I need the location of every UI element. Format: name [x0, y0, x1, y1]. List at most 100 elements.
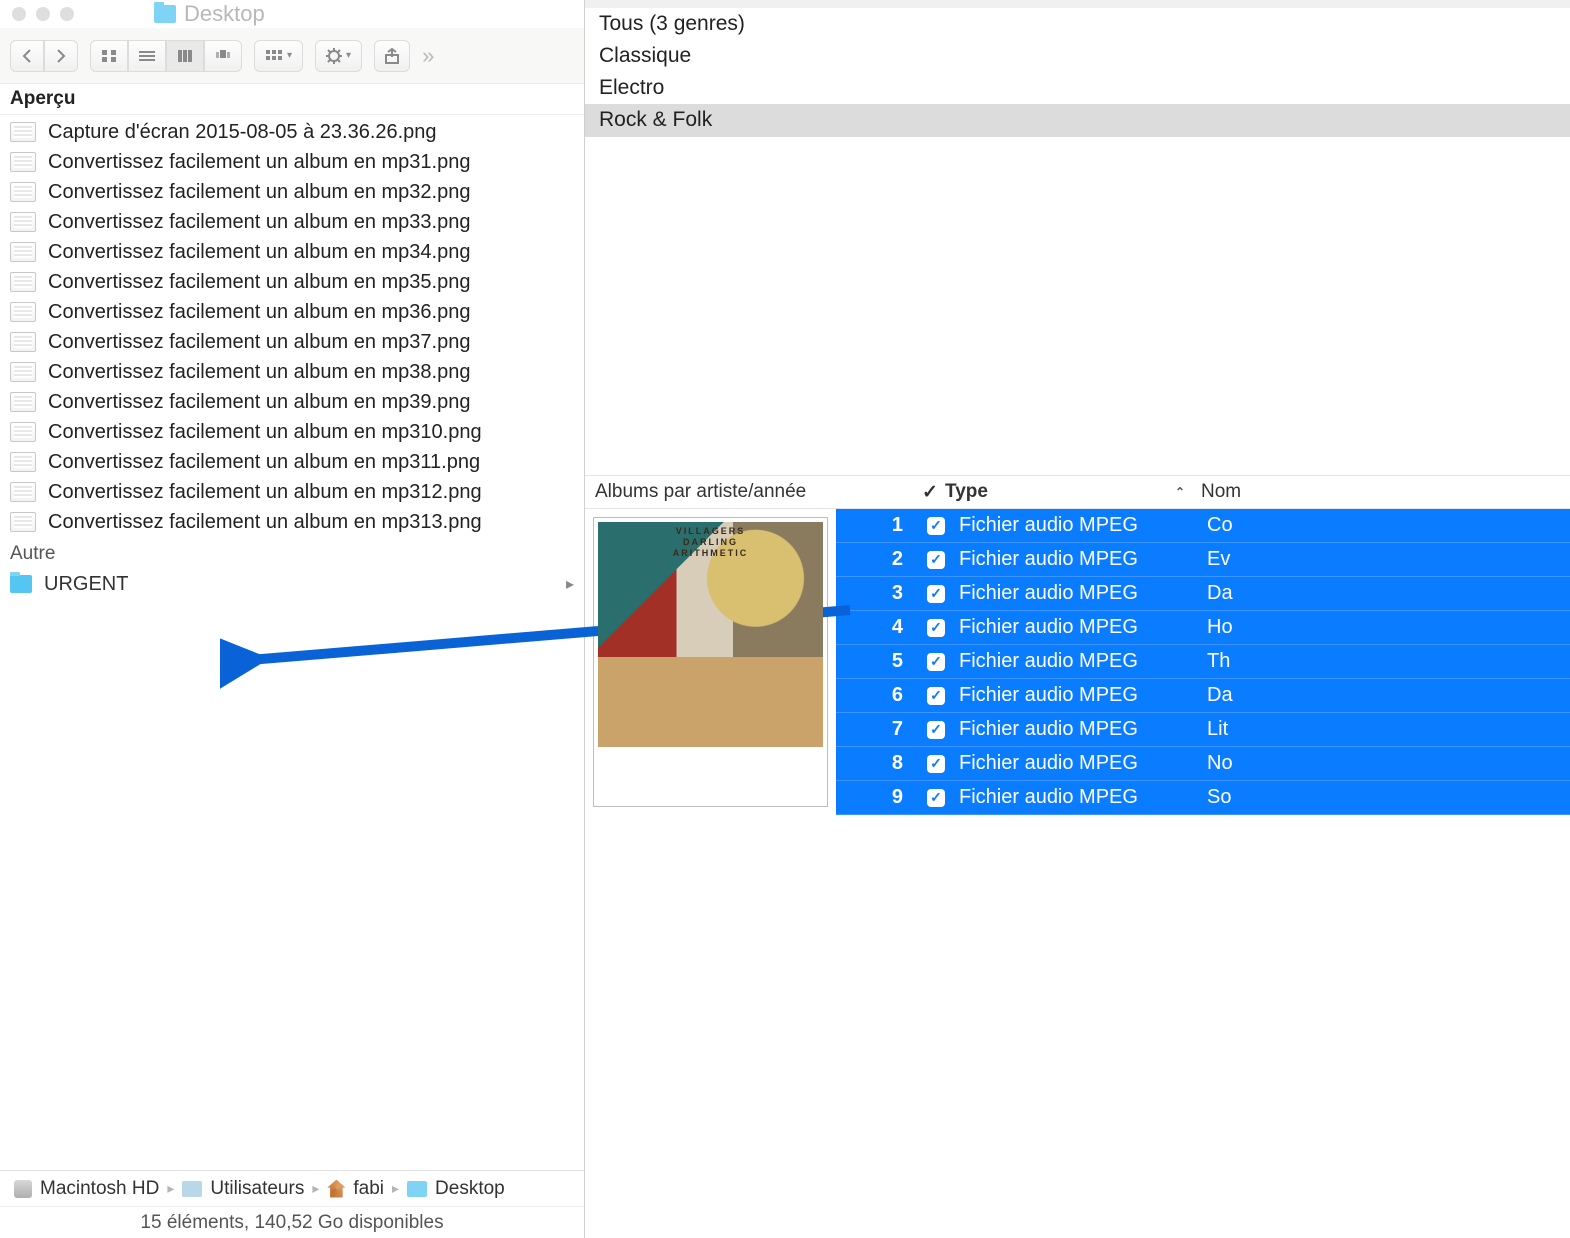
track-row[interactable]: 7✓Fichier audio MPEGLit — [836, 713, 1570, 747]
file-name: Convertissez facilement un album en mp37… — [48, 331, 470, 354]
genre-row[interactable]: Tous (3 genres) — [585, 8, 1570, 40]
track-row[interactable]: 3✓Fichier audio MPEGDa — [836, 577, 1570, 611]
track-row[interactable]: 6✓Fichier audio MPEGDa — [836, 679, 1570, 713]
file-name: Convertissez facilement un album en mp38… — [48, 361, 470, 384]
checkmark-icon: ✓ — [927, 517, 945, 535]
track-type: Fichier audio MPEG — [951, 548, 1201, 571]
icon-view-button[interactable] — [90, 40, 128, 72]
close-icon[interactable] — [12, 7, 26, 21]
file-row[interactable]: Convertissez facilement un album en mp32… — [0, 177, 584, 207]
path-bar[interactable]: Macintosh HD ▸ Utilisateurs ▸ fabi ▸ Des… — [0, 1170, 584, 1206]
file-row[interactable]: Capture d'écran 2015-08-05 à 23.36.26.pn… — [0, 117, 584, 147]
album-art[interactable]: VILLAGERS DARLING ARITHMETIC — [593, 517, 828, 807]
track-check[interactable]: ✓ — [921, 721, 951, 739]
file-row[interactable]: Convertissez facilement un album en mp35… — [0, 267, 584, 297]
file-name: Convertissez facilement un album en mp34… — [48, 241, 470, 264]
file-row[interactable]: Convertissez facilement un album en mp36… — [0, 297, 584, 327]
track-name: Ev — [1201, 548, 1570, 571]
track-number: 9 — [836, 786, 921, 809]
track-number: 3 — [836, 582, 921, 605]
file-list[interactable]: Capture d'écran 2015-08-05 à 23.36.26.pn… — [0, 115, 584, 1170]
path-seg[interactable]: Desktop — [435, 1178, 505, 1200]
col-type[interactable]: Type⌃ — [945, 481, 1195, 503]
zoom-icon[interactable] — [60, 7, 74, 21]
window-controls[interactable] — [12, 7, 74, 21]
path-seg[interactable]: fabi — [353, 1178, 384, 1200]
track-row[interactable]: 4 ✓ Fichier audio MPEGHo — [836, 611, 1570, 645]
itunes-window: Tous (3 genres)ClassiqueElectroRock & Fo… — [585, 0, 1570, 1238]
file-row[interactable]: Convertissez facilement un album en mp31… — [0, 417, 584, 447]
file-row[interactable]: Convertissez facilement un album en mp38… — [0, 357, 584, 387]
list-view-button[interactable] — [128, 40, 166, 72]
checkmark-icon: ✓ — [927, 755, 945, 773]
toolbar: ▾ ▾ » — [0, 28, 584, 84]
track-check[interactable]: ✓ — [921, 551, 951, 569]
folder-icon — [10, 575, 32, 593]
disk-icon — [14, 1180, 32, 1198]
file-name: Capture d'écran 2015-08-05 à 23.36.26.pn… — [48, 121, 437, 144]
file-row[interactable]: Convertissez facilement un album en mp37… — [0, 327, 584, 357]
track-check[interactable]: ✓ — [921, 585, 951, 603]
file-row[interactable]: Convertissez facilement un album en mp31… — [0, 147, 584, 177]
genre-row[interactable]: Rock & Folk — [585, 104, 1570, 136]
file-thumb-icon — [10, 362, 36, 382]
file-row[interactable]: Convertissez facilement un album en mp31… — [0, 507, 584, 537]
track-number: 4 — [836, 616, 921, 639]
genre-row[interactable]: Classique — [585, 40, 1570, 72]
file-name: Convertissez facilement un album en mp32… — [48, 181, 470, 204]
sort-asc-icon: ⌃ — [1175, 485, 1185, 499]
coverflow-view-button[interactable] — [204, 40, 242, 72]
share-button[interactable] — [374, 40, 410, 72]
file-row[interactable]: Convertissez facilement un album en mp31… — [0, 447, 584, 477]
col-album[interactable]: Albums par artiste/année — [585, 481, 915, 503]
chevron-down-icon: ▾ — [287, 50, 292, 61]
track-check[interactable]: ✓ — [921, 687, 951, 705]
file-row[interactable]: Convertissez facilement un album en mp34… — [0, 237, 584, 267]
action-button[interactable]: ▾ — [315, 40, 362, 72]
track-row[interactable]: 2✓Fichier audio MPEGEv — [836, 543, 1570, 577]
track-name: Lit — [1201, 718, 1570, 741]
track-name: Da — [1201, 582, 1570, 605]
track-number: 5 — [836, 650, 921, 673]
minimize-icon[interactable] — [36, 7, 50, 21]
track-row[interactable]: 8✓Fichier audio MPEGNo — [836, 747, 1570, 781]
file-row[interactable]: Convertissez facilement un album en mp31… — [0, 477, 584, 507]
track-number: 6 — [836, 684, 921, 707]
track-check[interactable]: ✓ — [921, 755, 951, 773]
track-type: Fichier audio MPEG — [951, 582, 1201, 605]
file-name: Convertissez facilement un album en mp31… — [48, 481, 482, 504]
track-row[interactable]: 5✓Fichier audio MPEGTh — [836, 645, 1570, 679]
column-view-button[interactable] — [166, 40, 204, 72]
path-seg[interactable]: Utilisateurs — [210, 1178, 304, 1200]
forward-button[interactable] — [44, 40, 78, 72]
track-type: Fichier audio MPEG — [951, 616, 1201, 639]
col-nom[interactable]: Nom — [1195, 481, 1570, 503]
file-row[interactable]: Convertissez facilement un album en mp39… — [0, 387, 584, 417]
genre-list[interactable]: Tous (3 genres)ClassiqueElectroRock & Fo… — [585, 8, 1570, 137]
arrange-button[interactable]: ▾ — [254, 40, 303, 72]
track-name: No — [1201, 752, 1570, 775]
track-number: 2 — [836, 548, 921, 571]
file-name: Convertissez facilement un album en mp35… — [48, 271, 470, 294]
track-columns-header[interactable]: Albums par artiste/année ✓ Type⌃ Nom — [585, 475, 1570, 509]
track-check[interactable]: ✓ — [921, 619, 951, 637]
path-seg[interactable]: Macintosh HD — [40, 1178, 159, 1200]
back-button[interactable] — [10, 40, 44, 72]
track-type: Fichier audio MPEG — [951, 650, 1201, 673]
file-thumb-icon — [10, 332, 36, 352]
track-list[interactable]: 1✓Fichier audio MPEGCo2✓Fichier audio MP… — [836, 509, 1570, 815]
toolbar-overflow-icon[interactable]: » — [422, 43, 434, 69]
file-row[interactable]: Convertissez facilement un album en mp33… — [0, 207, 584, 237]
track-check[interactable]: ✓ — [921, 517, 951, 535]
track-row[interactable]: 1✓Fichier audio MPEGCo — [836, 509, 1570, 543]
track-name: Ho — [1201, 616, 1570, 639]
track-check[interactable]: ✓ — [921, 653, 951, 671]
checkmark-icon: ✓ — [927, 653, 945, 671]
col-check[interactable]: ✓ — [915, 481, 945, 504]
file-thumb-icon — [10, 422, 36, 442]
folder-urgent[interactable]: URGENT ▸ — [0, 567, 584, 601]
genre-row[interactable]: Electro — [585, 72, 1570, 104]
checkmark-icon: ✓ — [927, 619, 945, 637]
track-check[interactable]: ✓ — [921, 789, 951, 807]
track-row[interactable]: 9✓Fichier audio MPEGSo — [836, 781, 1570, 815]
